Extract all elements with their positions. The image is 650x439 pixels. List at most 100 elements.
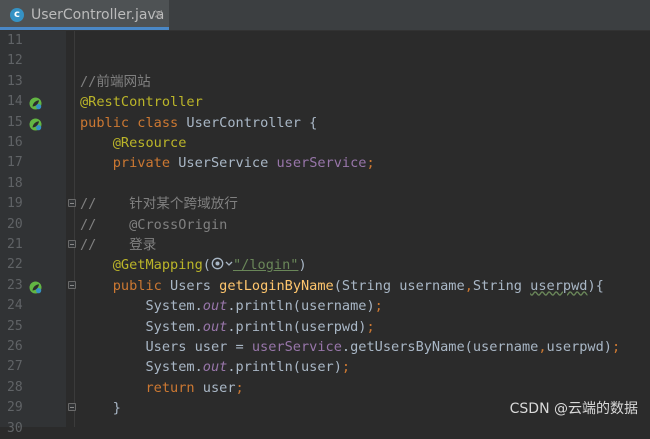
- code-token: Users: [170, 277, 220, 294]
- code-token: ;: [612, 339, 621, 355]
- code-line[interactable]: 22 @GetMapping("/login"): [0, 255, 650, 275]
- code-text: // 针对某个跨域放行: [80, 195, 238, 213]
- code-line[interactable]: 27 System.out.println(user);: [0, 357, 650, 377]
- code-line[interactable]: 12: [0, 51, 650, 71]
- code-text: }: [80, 399, 121, 417]
- fold-toggle-icon[interactable]: [68, 240, 76, 248]
- line-number: 26: [7, 339, 23, 354]
- code-line[interactable]: 11: [0, 31, 650, 51]
- code-token: ){: [587, 277, 604, 294]
- tab-usercontroller[interactable]: c UserController.java ×: [0, 0, 169, 30]
- code-token: }: [80, 400, 121, 417]
- code-token: ,: [464, 277, 473, 294]
- code-text: public Users getLoginByName(String usern…: [80, 277, 604, 295]
- code-text: @GetMapping("/login"): [80, 256, 307, 274]
- code-line[interactable]: 13 //前端网站: [0, 72, 650, 92]
- code-token: @RestController: [80, 94, 203, 111]
- code-token: System.: [80, 359, 203, 376]
- code-line[interactable]: 16 @Resource: [0, 133, 650, 153]
- code-token: ;: [374, 298, 383, 315]
- spring-bean-icon[interactable]: [29, 95, 42, 110]
- code-token: @GetMapping: [112, 257, 203, 274]
- editor-tab-bar: c UserController.java ×: [0, 0, 650, 30]
- code-token: ;: [366, 155, 375, 172]
- code-token: .println(user): [227, 359, 342, 376]
- close-icon[interactable]: ×: [153, 7, 164, 23]
- line-number: 21: [7, 237, 23, 252]
- line-number: 17: [7, 155, 23, 171]
- code-token: // 针对某个跨域放行: [80, 196, 238, 213]
- code-token: userService: [251, 339, 342, 355]
- code-token: System.: [80, 318, 203, 335]
- code-line[interactable]: 15 public class UserController {: [0, 113, 650, 133]
- code-line[interactable]: 25 System.out.println(userpwd);: [0, 317, 650, 337]
- code-text: // 登录: [80, 236, 156, 254]
- code-token: public: [112, 277, 171, 294]
- code-token: userpwd): [546, 339, 612, 355]
- code-text: System.out.println(userpwd);: [80, 318, 375, 336]
- code-text: System.out.println(username);: [80, 297, 383, 315]
- code-line[interactable]: 19 // 针对某个跨域放行: [0, 194, 650, 214]
- code-line[interactable]: 28 return user;: [0, 378, 650, 398]
- code-token: Users user =: [80, 339, 252, 355]
- code-token: String: [472, 277, 531, 294]
- code-token: ;: [341, 359, 351, 376]
- code-line[interactable]: 17 private UserService userService;: [0, 153, 650, 173]
- code-text: @Resource: [80, 134, 187, 152]
- code-token: out: [202, 318, 228, 335]
- code-token: ;: [366, 318, 375, 335]
- code-token: public class: [80, 114, 187, 131]
- line-number: 23: [7, 277, 23, 293]
- code-line[interactable]: 24 System.out.println(username);: [0, 296, 650, 316]
- line-number: 19: [7, 196, 23, 212]
- code-token: ;: [235, 379, 244, 396]
- code-text: return user;: [80, 379, 244, 397]
- line-number: 27: [7, 359, 23, 375]
- code-line[interactable]: 23 public Users getLoginByName(String us…: [0, 276, 650, 296]
- code-text: @RestController: [80, 93, 203, 111]
- code-token: ,: [538, 339, 547, 355]
- code-line[interactable]: 21 // 登录: [0, 235, 650, 255]
- code-token: out: [202, 298, 228, 315]
- fold-toggle-icon[interactable]: [68, 280, 76, 289]
- spring-bean-icon[interactable]: [29, 116, 42, 131]
- code-token: userService: [276, 155, 367, 172]
- code-line[interactable]: 30: [0, 419, 650, 439]
- code-line[interactable]: 18: [0, 174, 650, 194]
- code-token: //前端网站: [80, 73, 151, 90]
- code-text: //前端网站: [80, 73, 151, 91]
- code-text: // @CrossOrigin: [80, 216, 227, 234]
- spring-bean-icon[interactable]: [29, 279, 42, 294]
- code-line[interactable]: 20 // @CrossOrigin: [0, 215, 650, 235]
- code-token: .println(userpwd): [227, 318, 367, 335]
- line-number: 24: [7, 298, 23, 314]
- code-token: System.: [80, 298, 203, 315]
- code-text: private UserService userService;: [80, 154, 375, 172]
- code-token: UserController {: [186, 114, 318, 131]
- code-line[interactable]: 14 @RestController: [0, 92, 650, 112]
- code-line[interactable]: 26 Users user = userService.getUsersByNa…: [0, 337, 650, 357]
- code-token: @Resource: [112, 135, 187, 151]
- fold-toggle-icon[interactable]: [68, 199, 76, 208]
- code-token: // 登录: [80, 237, 157, 253]
- endpoint-url-icon[interactable]: [211, 257, 233, 270]
- line-number: 14: [7, 94, 23, 110]
- code-text: Users user = userService.getUsersByName(…: [80, 338, 620, 356]
- code-token: ): [298, 257, 307, 274]
- code-token: user: [202, 379, 236, 396]
- code-token: userpwd: [530, 277, 588, 294]
- line-number: 15: [7, 114, 23, 130]
- code-token: (: [202, 257, 211, 274]
- code-token: (String username: [333, 277, 465, 294]
- line-number: 12: [7, 53, 23, 69]
- line-number: 18: [7, 175, 23, 191]
- code-token: UserService: [178, 155, 277, 172]
- code-token: // @CrossOrigin: [80, 216, 228, 233]
- line-number: 30: [7, 420, 23, 436]
- fold-toggle-icon[interactable]: [68, 403, 76, 412]
